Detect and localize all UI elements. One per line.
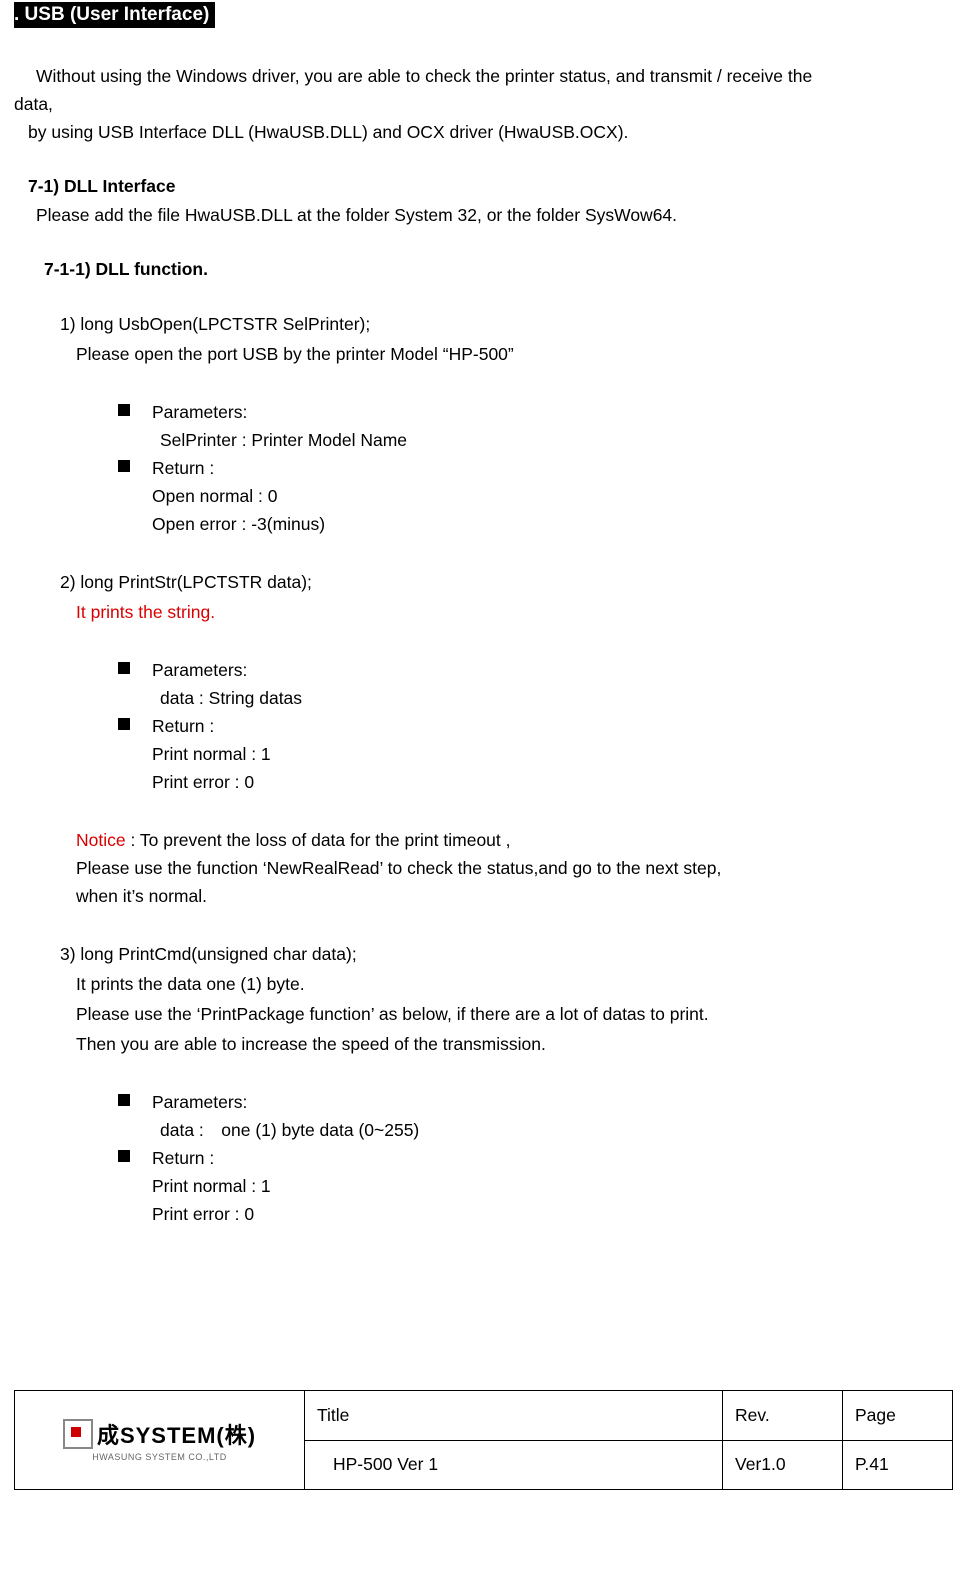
fn2-parameters-row: Parameters: (14, 656, 953, 684)
fn3-parameters-detail: data : one (1) byte data (0~255) (14, 1116, 953, 1144)
logo-text-main: 成SYSTEM(株) (97, 1418, 256, 1450)
fn3-parameters-label: Parameters: (152, 1088, 953, 1116)
fn3-parameters-row: Parameters: (14, 1088, 953, 1116)
notice-line-2: Please use the function ‘NewRealRead’ to… (76, 854, 953, 882)
footer-rev-label: Rev. (722, 1391, 842, 1440)
square-bullet-icon (118, 662, 130, 674)
fn3-return-2: Print error : 0 (14, 1200, 953, 1228)
fn1-return-label: Return : (152, 454, 953, 482)
heading-7-1-body: Please add the file HwaUSB.DLL at the fo… (14, 201, 953, 229)
intro-line-3: by using USB Interface DLL (HwaUSB.DLL) … (14, 118, 953, 146)
heading-7-1-1: 7-1-1) DLL function. (14, 259, 953, 280)
logo: 成SYSTEM(株) (63, 1418, 256, 1450)
fn3-signature: 3) long PrintCmd(unsigned char data); (14, 940, 953, 968)
notice-line-3: when it’s normal. (76, 882, 953, 910)
fn1-return-2: Open error : -3(minus) (14, 510, 953, 538)
square-bullet-icon (118, 1094, 130, 1106)
footer: 成SYSTEM(株) HWASUNG SYSTEM CO.,LTD Title … (14, 1390, 953, 1490)
footer-logo-cell: 成SYSTEM(株) HWASUNG SYSTEM CO.,LTD (15, 1391, 305, 1489)
fn1-parameters-row: Parameters: (14, 398, 953, 426)
intro-line-2: data, (14, 90, 953, 118)
fn2-description: It prints the string. (14, 598, 953, 626)
footer-title-value: HP-500 Ver 1 (305, 1441, 722, 1490)
fn1-parameters-label: Parameters: (152, 398, 953, 426)
square-bullet-icon (118, 404, 130, 416)
fn3-return-row: Return : (14, 1144, 953, 1172)
fn2-parameters-detail: data : String datas (14, 684, 953, 712)
footer-page-value: P.41 (842, 1441, 952, 1490)
section-title: . USB (User Interface) (14, 2, 215, 28)
logo-mark-icon (63, 1419, 93, 1449)
fn3-description-1: It prints the data one (1) byte. (14, 970, 953, 998)
footer-title-label: Title (305, 1391, 722, 1440)
footer-header-row: Title Rev. Page (305, 1391, 952, 1440)
intro-block: Without using the Windows driver, you ar… (14, 62, 953, 146)
square-bullet-icon (118, 718, 130, 730)
footer-rev-value: Ver1.0 (722, 1441, 842, 1490)
fn3-description-2: Please use the ‘PrintPackage function’ a… (14, 1000, 953, 1028)
fn1-parameters-detail: SelPrinter : Printer Model Name (14, 426, 953, 454)
notice-line-1: : To prevent the loss of data for the pr… (126, 830, 511, 850)
fn2-return-row: Return : (14, 712, 953, 740)
fn1-return-row: Return : (14, 454, 953, 482)
fn3-return-1: Print normal : 1 (14, 1172, 953, 1200)
fn2-return-label: Return : (152, 712, 953, 740)
fn1-signature: 1) long UsbOpen(LPCTSTR SelPrinter); (14, 310, 953, 338)
fn1-return-1: Open normal : 0 (14, 482, 953, 510)
fn2-signature: 2) long PrintStr(LPCTSTR data); (14, 568, 953, 596)
fn1-description: Please open the port USB by the printer … (14, 340, 953, 368)
heading-7-1: 7-1) DLL Interface (14, 176, 953, 197)
logo-text-sub: HWASUNG SYSTEM CO.,LTD (92, 1452, 227, 1462)
fn2-parameters-label: Parameters: (152, 656, 953, 684)
fn3-description-3: Then you are able to increase the speed … (14, 1030, 953, 1058)
notice-block: Notice : To prevent the loss of data for… (14, 826, 953, 910)
footer-page-label: Page (842, 1391, 952, 1440)
notice-label: Notice (76, 830, 126, 850)
footer-table: Title Rev. Page HP-500 Ver 1 Ver1.0 P.41 (305, 1391, 952, 1489)
square-bullet-icon (118, 460, 130, 472)
fn3-return-label: Return : (152, 1144, 953, 1172)
footer-value-row: HP-500 Ver 1 Ver1.0 P.41 (305, 1440, 952, 1490)
page: . USB (User Interface) Without using the… (0, 0, 967, 1490)
fn2-return-1: Print normal : 1 (14, 740, 953, 768)
intro-line-1: Without using the Windows driver, you ar… (14, 62, 953, 90)
square-bullet-icon (118, 1150, 130, 1162)
fn2-return-2: Print error : 0 (14, 768, 953, 796)
